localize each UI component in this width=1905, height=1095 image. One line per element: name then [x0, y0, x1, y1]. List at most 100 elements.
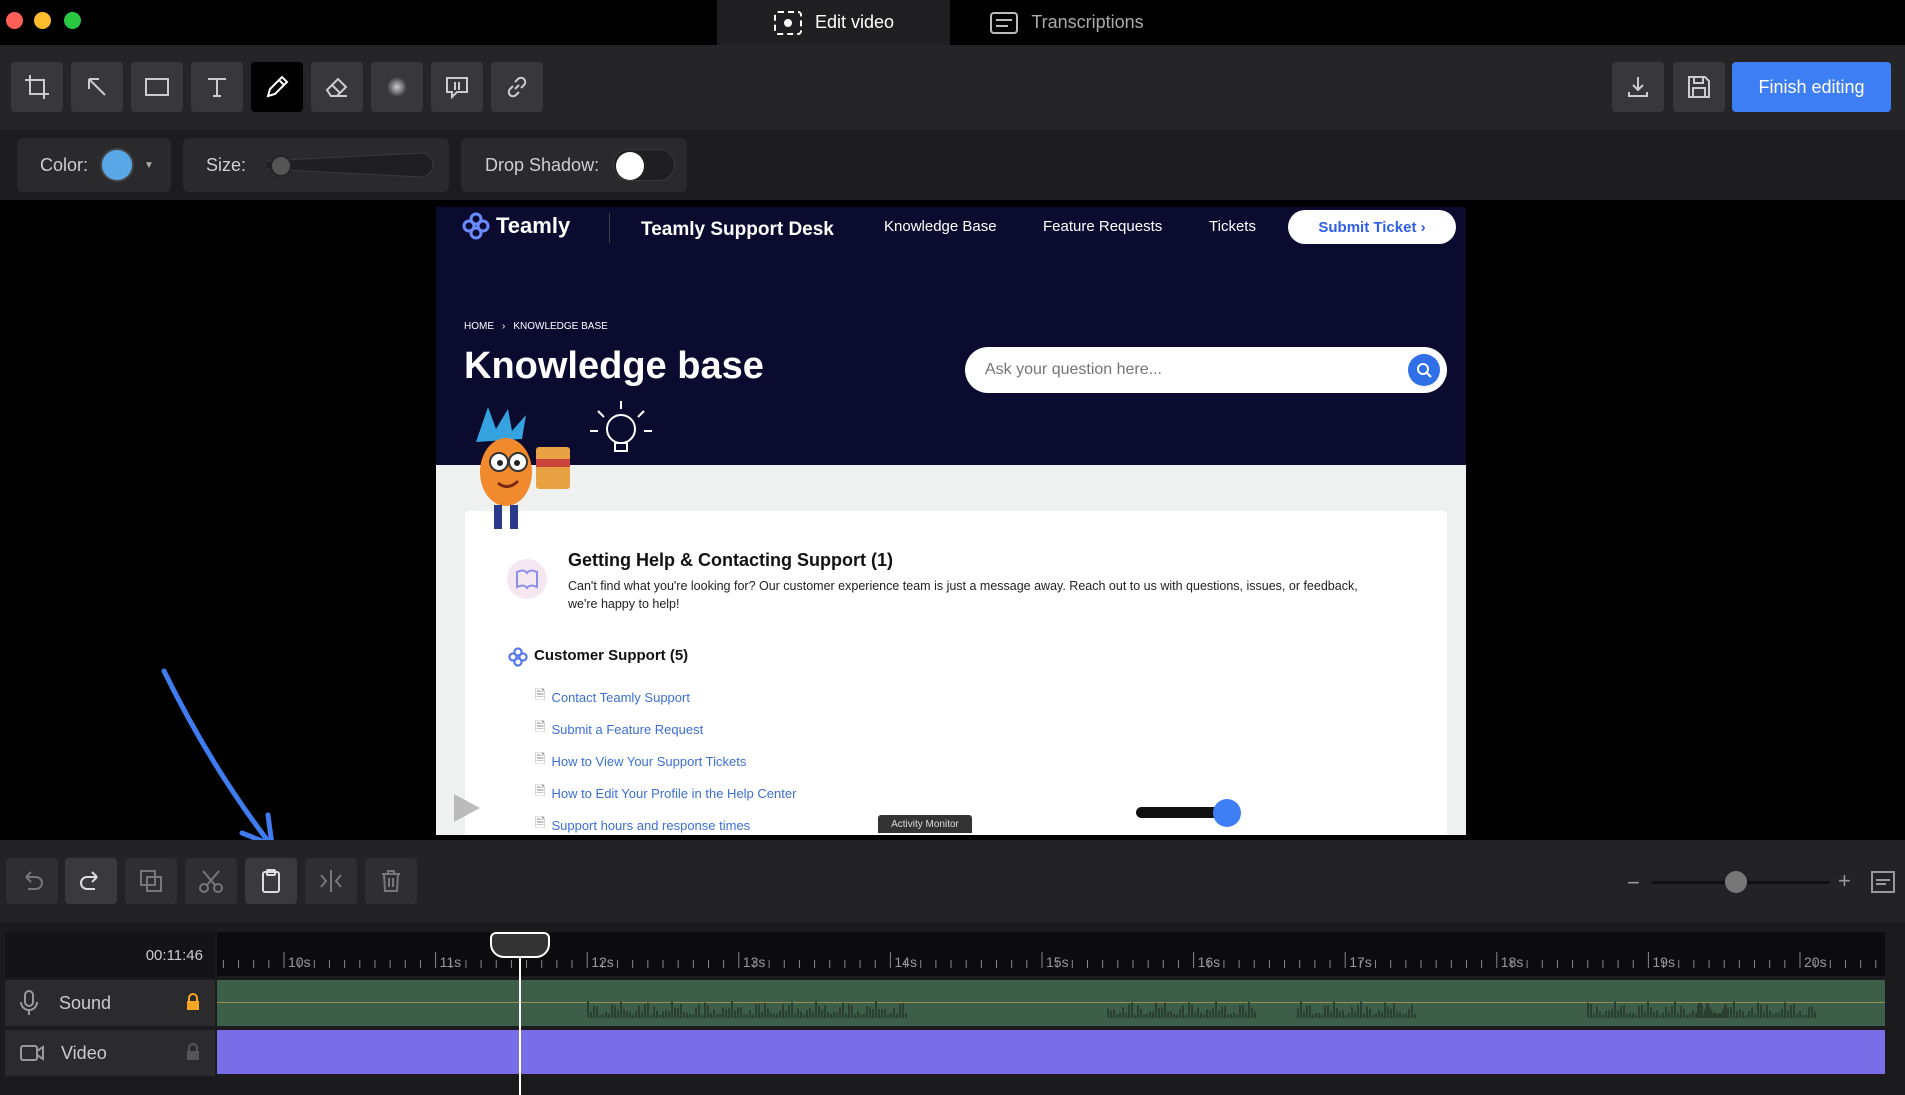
split-button[interactable]	[305, 858, 357, 904]
waveform-bar	[1321, 1014, 1323, 1018]
article-link[interactable]: 🗎 How to Edit Your Profile in the Help Ce…	[535, 782, 796, 804]
waveform-bar	[1155, 1002, 1157, 1018]
track-header-video[interactable]: Video	[5, 1030, 215, 1076]
waveform-bar	[896, 1013, 898, 1018]
waveform-bar	[1351, 1006, 1353, 1018]
document-icon: 🗎	[535, 783, 546, 798]
chevron-down-icon[interactable]: ▼	[144, 160, 154, 171]
tab-edit-video[interactable]: Edit video	[717, 0, 950, 45]
save-button[interactable]	[1673, 62, 1725, 112]
delete-button[interactable]	[365, 858, 417, 904]
waveform-bar	[1390, 1008, 1392, 1018]
sound-track-clip[interactable]	[217, 980, 1885, 1026]
knowledge-base-card: Getting Help & Contacting Support (1) Ca…	[465, 511, 1447, 835]
article-link[interactable]: 🗎 Contact Teamly Support	[535, 686, 690, 708]
search-button[interactable]	[1408, 354, 1440, 386]
link-tool-button[interactable]	[491, 62, 543, 112]
waveform-bar	[1137, 1005, 1139, 1018]
waveform-bar	[1185, 1014, 1187, 1018]
search-box[interactable]	[965, 347, 1447, 393]
waveform-bar	[1790, 1005, 1792, 1018]
zoom-window-button[interactable]	[64, 12, 81, 29]
waveform-bar	[1167, 1011, 1169, 1018]
duplicate-button[interactable]	[125, 858, 177, 904]
waveform-bar	[1209, 1010, 1211, 1018]
minimize-window-button[interactable]	[34, 12, 51, 29]
nav-feature-requests[interactable]: Feature Requests	[1043, 218, 1162, 235]
size-slider[interactable]	[265, 149, 436, 181]
search-input[interactable]	[985, 358, 1385, 382]
site-header: Teamly Teamly Support Desk Knowledge Bas…	[436, 207, 1466, 465]
waveform-bar	[1766, 1004, 1768, 1018]
pen-tool-button[interactable]	[251, 62, 303, 112]
time-ruler[interactable]	[217, 932, 1885, 976]
article-link[interactable]: 🗎 How to View Your Support Tickets	[535, 750, 746, 772]
paste-button[interactable]	[245, 858, 297, 904]
waveform-bar	[662, 1011, 664, 1018]
section-heading[interactable]: Getting Help & Contacting Support (1)	[568, 550, 893, 571]
article-link[interactable]: 🗎 Support hours and response times	[535, 814, 750, 835]
waveform-bar	[677, 1008, 679, 1018]
nav-knowledge-base[interactable]: Knowledge Base	[884, 218, 997, 235]
blur-tool-button[interactable]	[371, 62, 423, 112]
breadcrumb-home[interactable]: HOME	[464, 321, 494, 332]
waveform-bar	[1393, 1003, 1395, 1018]
waveform-bar	[698, 1004, 700, 1018]
finish-editing-button[interactable]: Finish editing	[1732, 62, 1891, 112]
waveform-bar	[734, 1010, 736, 1018]
waveform-bar	[1736, 1011, 1738, 1018]
page-heading: Knowledge base	[464, 345, 764, 387]
play-icon[interactable]	[452, 792, 482, 824]
waveform-bar	[839, 1007, 841, 1018]
waveform-bar	[1709, 1007, 1711, 1018]
waveform-bar	[1212, 1008, 1214, 1018]
zoom-out-button[interactable]: −	[1627, 870, 1640, 896]
video-track-clip[interactable]	[217, 1030, 1885, 1074]
eraser-tool-button[interactable]	[311, 62, 363, 112]
annotation-toolbar: Finish editing	[0, 45, 1905, 130]
download-button[interactable]	[1612, 62, 1664, 112]
submit-ticket-button[interactable]: Submit Ticket ›	[1288, 210, 1456, 244]
text-tool-button[interactable]	[191, 62, 243, 112]
rectangle-tool-button[interactable]	[131, 62, 183, 112]
lock-icon[interactable]	[185, 993, 201, 1016]
crop-tool-button[interactable]	[11, 62, 63, 112]
waveform-bar	[1405, 1013, 1407, 1018]
waveform-bar	[695, 1007, 697, 1018]
waveform-bar	[1369, 1009, 1371, 1018]
waveform-bar	[755, 1003, 757, 1018]
article-link[interactable]: 🗎 Submit a Feature Request	[535, 718, 703, 740]
drop-shadow-toggle[interactable]	[613, 149, 676, 181]
subsection-heading[interactable]: Customer Support (5)	[534, 647, 688, 664]
lock-icon[interactable]	[185, 1043, 201, 1066]
zoom-slider-thumb[interactable]	[1725, 871, 1747, 893]
nav-tickets[interactable]: Tickets	[1209, 218, 1256, 235]
text-icon	[208, 78, 226, 97]
breadcrumb-knowledge-base[interactable]: KNOWLEDGE BASE	[513, 321, 607, 332]
cut-button[interactable]	[185, 858, 237, 904]
size-option: Size:	[183, 138, 449, 192]
color-option: Color: ▼	[17, 138, 171, 192]
waveform-bar	[887, 1014, 889, 1018]
search-icon	[1417, 363, 1432, 378]
track-header-sound[interactable]: Sound	[5, 980, 215, 1026]
waveform-bar	[641, 1012, 643, 1018]
tab-transcriptions[interactable]: Transcriptions	[950, 0, 1183, 45]
arrow-tool-button[interactable]	[71, 62, 123, 112]
page-slider-thumb[interactable]	[1213, 799, 1241, 827]
size-slider-thumb[interactable]	[270, 155, 293, 177]
zoom-in-button[interactable]: +	[1838, 868, 1851, 894]
waveform-bar	[1378, 1010, 1380, 1018]
waveform-bar	[752, 1014, 754, 1018]
fit-timeline-icon[interactable]	[1870, 870, 1896, 894]
waveform-bar	[1659, 1014, 1661, 1018]
waveform-bar	[1309, 1005, 1311, 1018]
step-marker-tool-button[interactable]	[431, 62, 483, 112]
undo-button[interactable]	[6, 858, 58, 904]
color-swatch[interactable]	[100, 148, 135, 182]
audio-waveform	[587, 1001, 1816, 1018]
redo-button[interactable]	[65, 858, 117, 904]
close-window-button[interactable]	[6, 12, 23, 29]
video-frame-webpage[interactable]: Teamly Teamly Support Desk Knowledge Bas…	[436, 207, 1466, 835]
playhead-handle[interactable]	[490, 932, 550, 958]
